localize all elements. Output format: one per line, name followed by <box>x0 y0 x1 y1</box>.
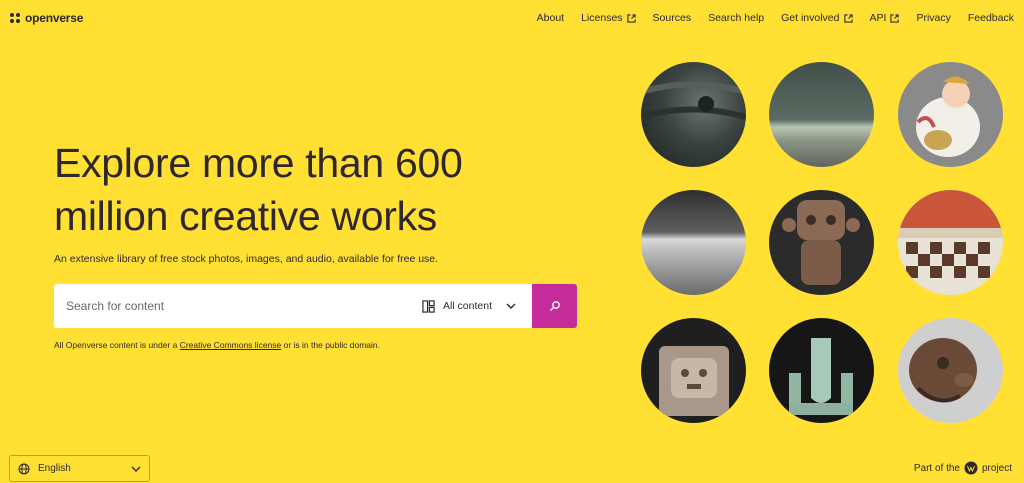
part-of-prefix: Part of the <box>913 462 960 474</box>
nav-get-involved[interactable]: Get involved <box>781 12 853 24</box>
search-bar: All content <box>54 284 577 328</box>
featured-image-dark-vessel[interactable] <box>641 62 746 167</box>
featured-image-green-vase[interactable] <box>769 318 874 423</box>
search-button[interactable] <box>532 284 577 328</box>
featured-image-white-bowl[interactable] <box>641 190 746 295</box>
nav-privacy-label: Privacy <box>916 12 951 24</box>
creative-commons-link[interactable]: Creative Commons license <box>180 340 282 350</box>
license-note: All Openverse content is under a Creativ… <box>54 340 380 350</box>
content-type-select[interactable]: All content <box>422 299 532 313</box>
featured-image-checkered-pot[interactable] <box>898 190 1003 295</box>
main-nav: About Licenses Sources Search help Get i… <box>537 12 1014 24</box>
brand-name: openverse <box>25 11 84 25</box>
nav-feedback[interactable]: Feedback <box>968 12 1014 24</box>
title-line-2: million creative works <box>54 193 438 239</box>
featured-image-celadon-bowl[interactable] <box>769 62 874 167</box>
nav-api-label: API <box>869 12 887 24</box>
content-type-label: All content <box>442 300 492 312</box>
external-link-icon <box>890 13 900 23</box>
featured-image-clay-figure[interactable] <box>769 190 874 295</box>
wordpress-logo-icon[interactable] <box>964 461 978 475</box>
header: openverse About Licenses Sources Search … <box>0 0 1024 36</box>
featured-image-stone-mask[interactable] <box>641 318 746 423</box>
nav-about[interactable]: About <box>537 12 564 24</box>
chevron-down-icon <box>131 466 141 472</box>
nav-about-label: About <box>536 12 565 24</box>
search-icon <box>549 301 560 311</box>
nav-search-help-label: Search help <box>708 12 765 24</box>
nav-search-help[interactable]: Search help <box>708 12 764 24</box>
nav-feedback-label: Feedback <box>967 12 1014 24</box>
search-input[interactable] <box>54 299 422 313</box>
page-title: Explore more than 600 million creative w… <box>54 137 614 243</box>
external-link-icon <box>843 13 853 23</box>
nav-licenses-label: Licenses <box>581 12 623 24</box>
hero: Explore more than 600 million creative w… <box>54 137 614 265</box>
content-grid-icon <box>422 299 435 313</box>
nav-sources[interactable]: Sources <box>653 12 692 24</box>
chevron-down-icon <box>506 303 516 309</box>
search-box: All content <box>54 284 532 328</box>
nav-get-involved-label: Get involved <box>781 12 840 24</box>
featured-image-porcelain-figure[interactable] <box>898 62 1003 167</box>
nav-api[interactable]: API <box>870 12 900 24</box>
globe-icon <box>18 462 30 475</box>
title-line-1: Explore more than 600 <box>54 140 463 186</box>
license-note-suffix: or is in the public domain. <box>281 340 381 350</box>
part-of-suffix: project <box>981 462 1012 474</box>
tagline: An extensive library of free stock photo… <box>54 253 439 265</box>
external-link-icon <box>626 13 636 23</box>
wordpress-credit: Part of the project <box>914 461 1012 475</box>
nav-sources-label: Sources <box>652 12 692 24</box>
language-label: English <box>38 463 71 474</box>
license-note-prefix: All Openverse content is under a <box>54 340 180 350</box>
logo-icon <box>10 13 20 23</box>
openverse-logo[interactable]: openverse <box>10 11 83 25</box>
language-select[interactable]: English <box>9 455 150 482</box>
featured-image-clay-head[interactable] <box>898 318 1003 423</box>
nav-licenses[interactable]: Licenses <box>581 12 636 24</box>
nav-privacy[interactable]: Privacy <box>916 12 950 24</box>
